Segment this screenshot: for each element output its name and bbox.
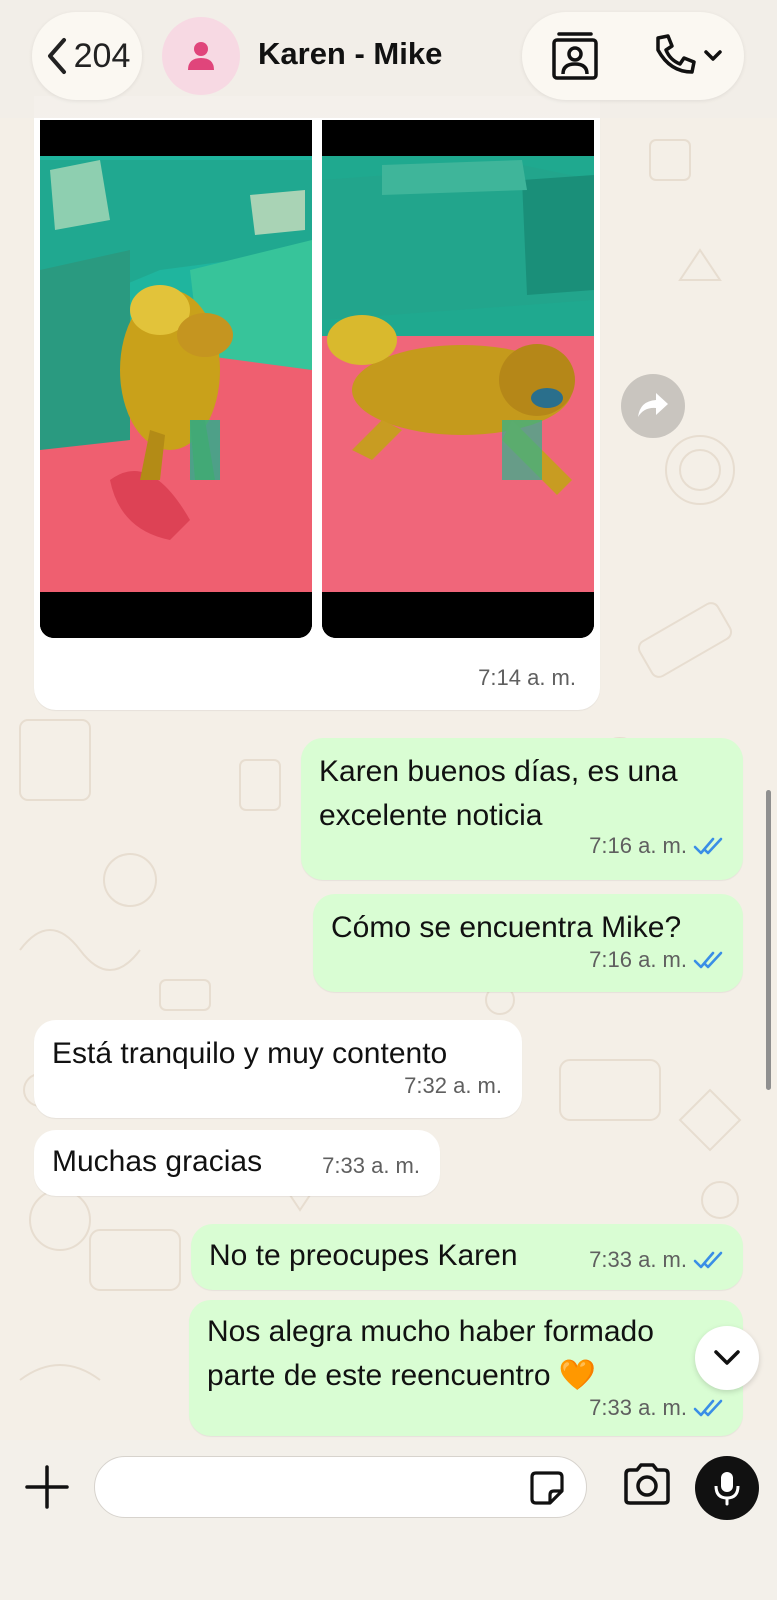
back-button[interactable]: 204 — [32, 12, 142, 100]
camera-icon[interactable] — [622, 1462, 672, 1506]
person-icon — [188, 42, 214, 70]
message-timestamp: 7:33 a. m. — [322, 1153, 420, 1178]
message-meta: 7:16 a. m. — [589, 824, 725, 868]
forward-button[interactable] — [621, 374, 685, 438]
message-timestamp: 7:33 a. m. — [589, 1247, 687, 1272]
microphone-icon — [714, 1472, 740, 1506]
outgoing-message[interactable]: No te preocupes Karen 7:33 a. m. — [191, 1224, 743, 1290]
incoming-message[interactable]: Está tranquilo y muy contento 7:32 a. m. — [34, 1020, 522, 1118]
chat-area[interactable]: 7:14 a. m. Karen buenos días, es una exc… — [0, 0, 777, 1440]
scroll-to-bottom-button[interactable] — [695, 1326, 759, 1390]
chat-header: 204 Karen - Mike — [0, 0, 777, 118]
read-receipt-icon — [693, 951, 723, 969]
message-meta: 7:33 a. m. — [589, 1238, 725, 1282]
plus-icon[interactable] — [24, 1464, 70, 1510]
phone-icon[interactable] — [650, 32, 728, 80]
message-timestamp: 7:14 a. m. — [478, 665, 576, 690]
voice-message-button[interactable] — [695, 1456, 759, 1520]
read-receipt-icon — [693, 1399, 723, 1417]
call-actions — [522, 12, 744, 100]
message-meta: 7:33 a. m. — [589, 1386, 725, 1430]
incoming-message[interactable]: Muchas gracias 7:33 a. m. — [34, 1130, 440, 1196]
forward-icon — [638, 393, 668, 417]
outgoing-message[interactable]: Nos alegra mucho haber formado parte de … — [189, 1300, 743, 1436]
contact-avatar[interactable] — [162, 17, 240, 95]
dog-photo-1[interactable] — [40, 120, 312, 638]
contact-name[interactable]: Karen - Mike — [258, 36, 442, 72]
chat-scrollbar[interactable] — [766, 790, 771, 1090]
message-timestamp: 7:33 a. m. — [589, 1395, 687, 1420]
dog-photo-2[interactable] — [322, 120, 594, 638]
chevron-down-icon — [714, 1350, 740, 1365]
video-call-icon[interactable] — [550, 30, 600, 82]
sticker-icon[interactable] — [528, 1469, 566, 1507]
read-receipt-icon — [693, 837, 723, 855]
message-text: No te preocupes Karen — [209, 1239, 518, 1272]
message-input-wrapper — [94, 1456, 587, 1518]
chevron-left-icon — [47, 38, 66, 74]
message-text: Muchas gracias — [52, 1145, 263, 1178]
message-timestamp: 7:16 a. m. — [589, 833, 687, 858]
read-receipt-icon — [693, 1251, 723, 1269]
outgoing-message[interactable]: Karen buenos días, es una excelente noti… — [301, 738, 743, 880]
outgoing-message[interactable]: Cómo se encuentra Mike? 7:16 a. m. — [313, 894, 743, 992]
message-meta: 7:16 a. m. — [589, 938, 725, 982]
message-text: Está tranquilo y muy contento — [52, 1037, 448, 1070]
message-input[interactable] — [95, 1457, 586, 1517]
composer-bar — [0, 1440, 777, 1600]
message-text-line-1: Karen buenos días, es una — [319, 755, 678, 788]
incoming-media-message[interactable]: 7:14 a. m. — [34, 96, 600, 710]
unread-count: 204 — [73, 36, 131, 75]
message-text-line-1: Nos alegra mucho haber formado — [207, 1315, 654, 1348]
message-timestamp: 7:32 a. m. — [404, 1073, 502, 1098]
message-timestamp: 7:16 a. m. — [589, 947, 687, 972]
